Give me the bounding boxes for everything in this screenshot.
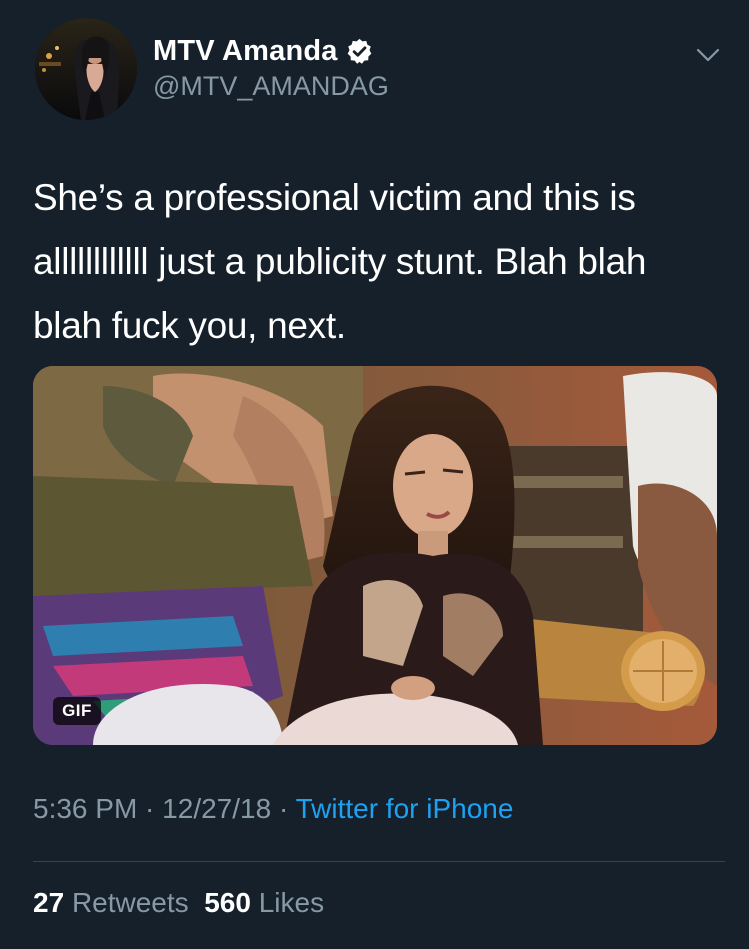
likes-stat[interactable]: 560 Likes — [204, 887, 324, 918]
meta-separator: · — [137, 793, 163, 824]
likes-count: 560 — [204, 887, 251, 918]
divider — [33, 861, 725, 862]
author-display-name[interactable]: MTV Amanda — [153, 35, 338, 68]
gif-badge: GIF — [53, 697, 101, 725]
avatar-image — [35, 18, 137, 120]
retweets-count: 27 — [33, 887, 65, 918]
likes-label: Likes — [258, 887, 325, 918]
retweets-label: Retweets — [71, 887, 189, 918]
author-handle[interactable]: @MTV_AMANDAG — [153, 71, 389, 102]
chevron-down-icon[interactable] — [695, 42, 721, 68]
author-avatar[interactable] — [35, 18, 137, 120]
verified-badge-icon — [347, 38, 371, 64]
tweet-text-line: allllllllllll just a publicity stunt. Bl… — [33, 241, 647, 282]
tweet-source-link[interactable]: Twitter for iPhone — [296, 793, 514, 824]
meta-separator: · — [271, 793, 296, 824]
tweet-text-line: blah fuck you, next. — [33, 305, 346, 346]
tweet-meta: 5:36 PM · 12/27/18 · Twitter for iPhone — [33, 793, 513, 825]
tweet-text: She’s a professional victim and this is … — [33, 166, 723, 358]
retweets-stat[interactable]: 27 Retweets — [33, 887, 189, 918]
tweet-time[interactable]: 5:36 PM — [33, 793, 137, 824]
author-name-row[interactable]: MTV Amanda — [153, 33, 374, 69]
tweet-text-line: She’s a professional victim and this is — [33, 177, 636, 218]
tweet-date[interactable]: 12/27/18 — [162, 793, 271, 824]
gif-frame-image — [33, 366, 717, 745]
tweet-media-gif[interactable] — [33, 366, 717, 745]
tweet-stats: 27 Retweets 560 Likes — [33, 887, 324, 919]
